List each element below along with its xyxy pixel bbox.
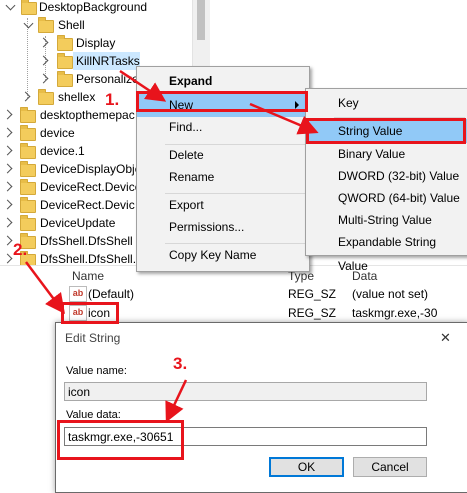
folder-icon <box>57 71 73 87</box>
tree-item-label: DeviceUpdate <box>40 216 116 230</box>
menu-item-permissions[interactable]: Permissions... <box>137 215 309 239</box>
folder-icon <box>20 125 36 141</box>
chevron-right-icon[interactable] <box>2 127 13 138</box>
folder-icon <box>20 107 36 123</box>
tree-item-label: DeviceRect.Device <box>40 180 142 194</box>
highlight-box-icon-value <box>61 302 119 324</box>
chevron-right-icon[interactable] <box>2 253 13 264</box>
tree-item-display[interactable]: Display <box>0 34 200 52</box>
highlight-box-value-data <box>57 420 184 460</box>
step-2-label: 2. <box>13 240 28 259</box>
menu-item-export[interactable]: Export <box>137 193 309 217</box>
chevron-right-icon[interactable] <box>2 109 13 120</box>
edit-string-dialog: Edit String ✕ Value name: icon Value dat… <box>55 322 467 493</box>
cancel-button[interactable]: Cancel <box>353 457 427 477</box>
chevron-right-icon[interactable] <box>2 145 13 156</box>
tree-item-label: DesktopBackground <box>39 0 148 14</box>
folder-icon <box>20 215 36 231</box>
chevron-down-icon[interactable] <box>5 0 16 11</box>
value-data: taskmgr.exe,-30 <box>352 306 438 320</box>
tree-item-label: desktopthemepac <box>40 108 135 122</box>
tree-item-label: Display <box>76 36 116 50</box>
string-value-icon: ab <box>69 286 87 302</box>
folder-icon <box>38 89 54 105</box>
value-data: (value not set) <box>352 287 429 301</box>
chevron-right-icon[interactable] <box>38 73 49 84</box>
menu-item-expand[interactable]: Expand <box>137 69 309 93</box>
tree-item-desktopbackground[interactable]: DesktopBackground <box>0 0 200 16</box>
menu-item-copy-key-name[interactable]: Copy Key Name <box>137 243 309 267</box>
tree-item-label: DeviceDisplayObje <box>40 162 142 176</box>
chevron-right-icon[interactable] <box>2 199 13 210</box>
tree-item-label: Personalize <box>76 72 139 86</box>
tree-item-label: Shell <box>58 18 85 32</box>
highlight-box-string-value <box>306 118 466 144</box>
ok-button[interactable]: OK <box>269 457 344 477</box>
step-1-label: 1. <box>105 90 120 109</box>
value-type: REG_SZ <box>288 306 337 320</box>
scrollbar-thumb[interactable] <box>197 0 205 40</box>
submenu-item-multi-string-value[interactable]: Multi-String Value <box>306 208 467 232</box>
value-type: REG_SZ <box>288 287 337 301</box>
folder-icon <box>21 0 37 15</box>
submenu-item-key[interactable]: Key <box>306 91 467 115</box>
folder-icon <box>20 143 36 159</box>
tree-item-label: device.1 <box>40 144 85 158</box>
chevron-right-icon[interactable] <box>38 55 49 66</box>
tree-item-label: device <box>40 126 75 140</box>
value-name-field[interactable]: icon <box>64 382 427 401</box>
step-3-label: 3. <box>173 354 188 373</box>
new-submenu: Key String Value Binary Value DWORD (32-… <box>305 88 467 273</box>
tree-item-shell[interactable]: Shell <box>0 16 200 34</box>
highlight-box-new <box>136 91 308 112</box>
chevron-right-icon[interactable] <box>2 235 13 246</box>
dialog-title: Edit String <box>65 331 121 345</box>
chevron-right-icon[interactable] <box>2 217 13 228</box>
submenu-item-binary-value[interactable]: Binary Value <box>306 142 467 166</box>
folder-icon <box>38 17 54 33</box>
folder-icon <box>20 197 36 213</box>
tree-item-label: shellex <box>58 90 96 104</box>
chevron-right-icon[interactable] <box>2 181 13 192</box>
chevron-right-icon[interactable] <box>20 91 31 102</box>
submenu-item-dword-value[interactable]: DWORD (32-bit) Value <box>306 164 467 188</box>
dialog-title-bar[interactable]: Edit String ✕ <box>56 323 467 353</box>
folder-icon <box>20 179 36 195</box>
tree-item-label: DeviceRect.Devic <box>40 198 135 212</box>
menu-item-delete[interactable]: Delete <box>137 143 309 167</box>
tree-item-label: KillNRTasks <box>76 54 140 68</box>
column-header-name[interactable]: Name <box>72 268 104 284</box>
folder-icon <box>20 161 36 177</box>
menu-item-rename[interactable]: Rename <box>137 165 309 189</box>
submenu-item-expandable-string-value[interactable]: Expandable String Value <box>306 230 467 273</box>
chevron-down-icon[interactable] <box>23 18 34 29</box>
chevron-right-icon[interactable] <box>2 163 13 174</box>
folder-icon <box>57 53 73 69</box>
value-row-default[interactable]: ab (Default) REG_SZ (value not set) <box>0 285 467 303</box>
chevron-right-icon[interactable] <box>38 37 49 48</box>
value-name-label: Value name: <box>66 365 127 377</box>
value-name: (Default) <box>88 287 135 301</box>
tree-item-label: DfsShell.DfsShell <box>40 234 133 248</box>
submenu-item-qword-value[interactable]: QWORD (64-bit) Value <box>306 186 467 210</box>
menu-item-find[interactable]: Find... <box>137 115 309 139</box>
close-icon[interactable]: ✕ <box>440 330 451 346</box>
folder-icon <box>57 35 73 51</box>
